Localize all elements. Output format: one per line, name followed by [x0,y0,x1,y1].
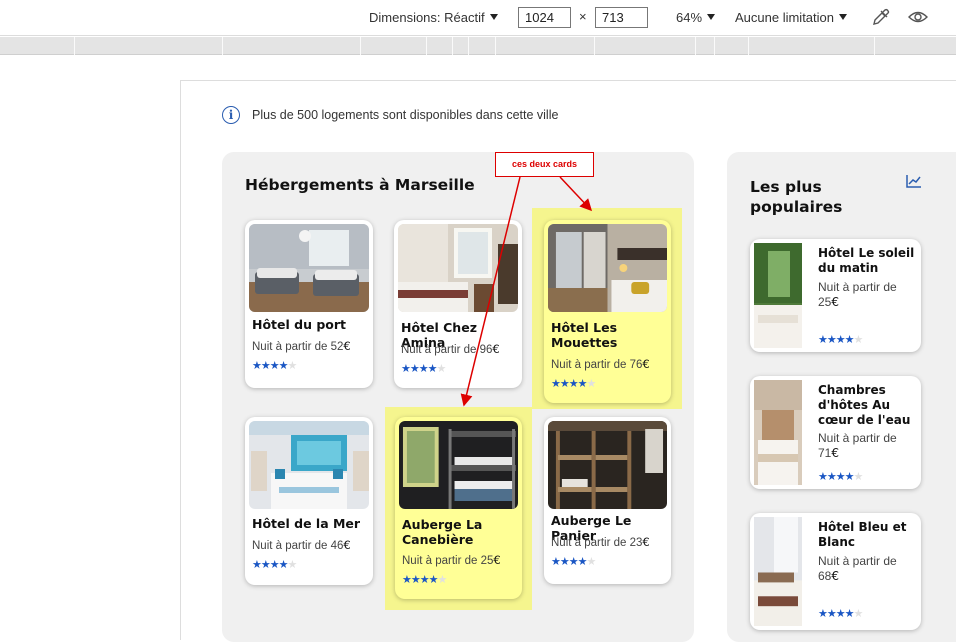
hotel-name: Chambres d'hôtes Au cœur de l'eau [818,383,911,427]
hotel-price: Nuit à partir de 96€ [401,342,500,356]
dimensions-label: Dimensions: Réactif [369,10,485,25]
eye-icon[interactable] [908,10,928,24]
hotel-price: Nuit à partir de 25€ [818,280,897,309]
hotel-price: Nuit à partir de 23€ [551,535,650,549]
popular-title: Les plus populaires [750,178,843,216]
star-rating: ★★★★★ [818,333,863,346]
caret-down-icon [707,14,716,20]
hotel-photo [754,380,802,485]
throttle-dropdown[interactable]: Aucune limitation [735,10,847,25]
popular-hotel-card[interactable]: Hôtel Bleu et Blanc Nuit à partir de 68€… [750,513,921,630]
hotel-name: Hôtel du port [252,317,347,332]
dimensions-dropdown[interactable]: Dimensions: Réactif [369,10,498,25]
devtools-toolbar: Dimensions: Réactif × 64% Aucune limitat… [0,0,956,36]
popular-hotel-card[interactable]: Hôtel Le soleil du matin Nuit à partir d… [750,239,921,352]
info-banner: i Plus de 500 logements sont disponibles… [222,106,558,124]
hotel-photo [249,224,369,312]
hotel-photo [398,224,518,312]
width-input[interactable] [518,7,571,28]
zoom-dropdown[interactable]: 64% [676,10,716,25]
star-rating: ★★★★★ [818,607,863,620]
throttle-label: Aucune limitation [735,10,834,25]
hotel-price: Nuit à partir de 71€ [818,431,897,460]
eyedropper-icon[interactable] [871,8,890,27]
hotel-card[interactable]: Hôtel de la Mer Nuit à partir de 46€ ★★★… [245,417,373,585]
trending-up-icon[interactable] [906,174,922,188]
hotel-card[interactable]: Hôtel Chez Amina Nuit à partir de 96€ ★★… [394,220,522,388]
info-text: Plus de 500 logements sont disponibles d… [252,108,559,122]
hotel-photo [399,421,518,509]
section-title: Hébergements à Marseille [245,176,475,194]
hotel-photo [249,421,369,509]
hotel-card[interactable]: Hôtel Les Mouettes Nuit à partir de 76€ … [544,220,671,403]
hotel-photo [754,517,802,626]
star-rating: ★★★★★ [551,377,596,390]
caret-down-icon [839,14,847,20]
hotel-name: Hôtel Bleu et Blanc [818,520,907,549]
height-input[interactable] [595,7,648,28]
info-icon: i [222,106,240,124]
star-rating: ★★★★★ [402,573,447,586]
star-rating: ★★★★★ [401,362,446,375]
hotel-photo [548,421,667,509]
media-query-ruler[interactable] [0,37,956,55]
star-rating: ★★★★★ [818,470,863,483]
zoom-label: 64% [676,10,703,25]
hotel-price: Nuit à partir de 52€ [252,339,351,353]
hotel-photo [754,243,802,348]
times-sign: × [579,9,587,24]
hotel-name: Hôtel Le soleil du matin [818,246,915,275]
star-rating: ★★★★★ [551,555,596,568]
hotel-card[interactable]: Auberge La Canebière Nuit à partir de 25… [395,417,522,599]
hotel-price: Nuit à partir de 76€ [551,357,650,371]
hotel-name: Auberge La Canebière [402,517,483,547]
hotel-price: Nuit à partir de 68€ [818,554,897,583]
star-rating: ★★★★★ [252,359,297,372]
star-rating: ★★★★★ [252,558,297,571]
hotel-price: Nuit à partir de 25€ [402,553,501,567]
annotation-label: ces deux cards [495,152,594,177]
popular-hotel-card[interactable]: Chambres d'hôtes Au cœur de l'eau Nuit à… [750,376,921,489]
hotel-card[interactable]: Hôtel du port Nuit à partir de 52€ ★★★★★ [245,220,373,388]
hotel-name: Hôtel de la Mer [252,516,361,531]
hotel-card[interactable]: Auberge Le Panier Nuit à partir de 23€ ★… [544,417,671,584]
hotel-photo [548,224,667,312]
caret-down-icon [489,14,498,20]
hotel-price: Nuit à partir de 46€ [252,538,351,552]
hotel-name: Hôtel Les Mouettes [551,320,618,350]
